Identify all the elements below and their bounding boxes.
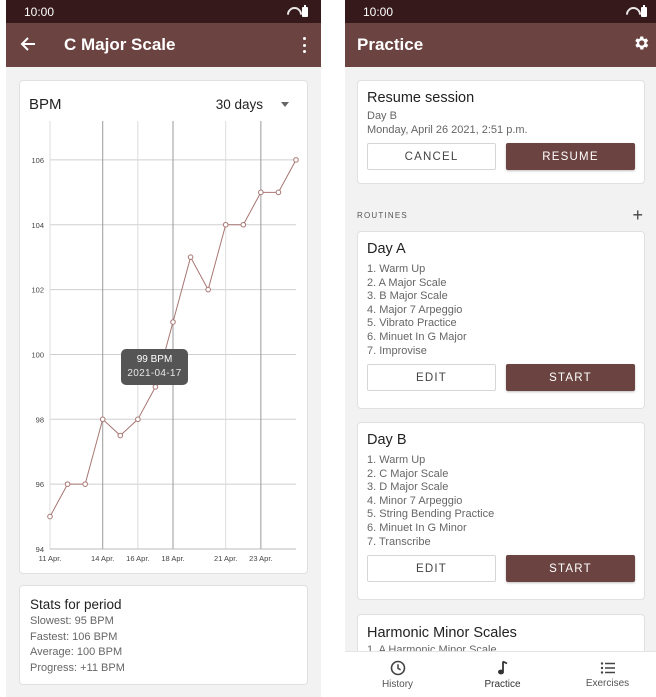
list-item: 3. D Major Scale: [367, 481, 449, 494]
app-bar: C Major Scale: [6, 23, 321, 67]
data-point: [82, 481, 88, 487]
list-item: 1. Warm Up: [367, 454, 426, 466]
routines-header: ROUTINES +: [357, 205, 645, 226]
stat-progress: Progress: +11 BPM: [30, 661, 125, 674]
y-tick-label: 104: [31, 221, 44, 230]
plus-icon[interactable]: +: [632, 205, 643, 226]
x-tick-label: 14 Apr.: [91, 554, 114, 563]
x-tick-label: 21 Apr.: [214, 554, 237, 563]
data-point: [275, 189, 282, 196]
battery-icon: [302, 4, 308, 17]
data-point: [99, 416, 106, 423]
cancel-button[interactable]: CANCEL: [367, 143, 496, 170]
y-tick-label: 98: [36, 415, 44, 424]
wifi-icon: [287, 7, 298, 16]
x-tick-label: 18 Apr.: [161, 554, 184, 563]
list-item: 4. Minor 7 Arpeggio: [367, 494, 463, 507]
data-point: [187, 254, 194, 260]
nav-exercises[interactable]: Exercises: [555, 652, 656, 697]
app-bar: Practice: [345, 23, 656, 67]
stat-average: Average: 100 BPM: [30, 646, 123, 658]
list-item: 5. String Bending Practice: [367, 508, 495, 521]
list-item: 5. Vibrato Practice: [367, 317, 457, 330]
routine-title: Day B: [367, 432, 407, 448]
stats-title: Stats for period: [30, 597, 122, 612]
data-point: [170, 319, 176, 325]
resume-button[interactable]: RESUME: [506, 143, 635, 170]
data-point: [152, 384, 159, 390]
nav-history[interactable]: History: [345, 652, 450, 697]
list-item: 1. Warm Up: [367, 263, 426, 275]
bpm-line-chart[interactable]: 94 96 98 100 102 104 106 11 Apr. 14 Apr. 16 Apr. 1…: [20, 81, 309, 575]
data-point: [135, 416, 141, 423]
x-tick-label: 11 Apr.: [39, 554, 62, 563]
data-point: [64, 481, 71, 487]
nav-label: Practice: [484, 678, 521, 690]
bpm-chart-card: BPM 30 days 94 96 98 100 102 104 106 11 Apr. 14 …: [19, 80, 308, 574]
history-screen: 10:00 C Major Scale BPM 30 days 94 96 98 10…: [6, 0, 321, 697]
wifi-icon: [626, 7, 637, 16]
data-point: [205, 286, 211, 293]
stats-card: Stats for period Slowest: 95 BPM Fastest…: [19, 585, 308, 685]
page-title: C Major Scale: [64, 35, 176, 54]
x-tick-label: 23 Apr.: [249, 554, 272, 563]
tooltip-value: 99 BPM: [136, 353, 173, 365]
data-point: [222, 221, 229, 228]
list-icon: [600, 661, 615, 674]
resume-title: Resume session: [367, 90, 475, 106]
list-item: 2. C Major Scale: [367, 467, 449, 480]
battery-icon: [641, 4, 647, 17]
practice-screen: 10:00 Practice Resume session Day B Mond…: [345, 0, 656, 697]
tooltip-date: 2021-04-17: [127, 367, 182, 379]
routines-label: ROUTINES: [357, 211, 408, 220]
edit-button[interactable]: EDIT: [367, 364, 496, 392]
music-note-icon: [497, 660, 507, 674]
chart-tooltip: 99 BPM 2021-04-17: [121, 348, 188, 385]
list-item: 6. Minuet In G Minor: [367, 521, 467, 534]
list-item: 3. B Major Scale: [367, 290, 448, 303]
bottom-navigation: History Practice Exercises: [345, 651, 656, 697]
list-item: 2. A Major Scale: [367, 276, 447, 289]
nav-label: History: [381, 678, 414, 690]
y-tick-label: 100: [31, 350, 44, 359]
edit-button[interactable]: EDIT: [367, 555, 496, 583]
status-bar: 10:00: [6, 0, 321, 23]
y-tick-label: 102: [31, 286, 44, 295]
data-point: [258, 189, 264, 196]
y-tick-label: 106: [31, 156, 44, 165]
start-button[interactable]: START: [506, 364, 635, 392]
y-tick-label: 96: [36, 480, 44, 489]
routine-title: Day A: [367, 241, 406, 257]
list-item: 7. Transcribe: [367, 535, 431, 548]
data-point: [240, 221, 247, 228]
status-bar: 10:00: [345, 0, 656, 23]
nav-practice[interactable]: Practice: [450, 652, 555, 697]
data-point: [117, 432, 124, 439]
stat-fastest: Fastest: 106 BPM: [30, 630, 118, 643]
routine-card: Day B 1. Warm Up 2. C Major Scale 3. D M…: [357, 422, 645, 600]
resume-routine: Day B: [367, 110, 397, 122]
list-item: 7. Improvise: [367, 344, 427, 357]
list-item: 6. Minuet In G Major: [367, 330, 467, 343]
gear-icon[interactable]: [632, 34, 650, 57]
data-point: [47, 513, 53, 520]
nav-label: Exercises: [585, 677, 630, 689]
x-tick-label: 16 Apr.: [126, 554, 149, 563]
resume-datetime: Monday, April 26 2021, 2:51 p.m.: [367, 124, 528, 136]
routine-card: Day A 1. Warm Up 2. A Major Scale 3. B M…: [357, 231, 645, 409]
start-button[interactable]: START: [506, 555, 635, 583]
status-time: 10:00: [24, 4, 55, 19]
stat-slowest: Slowest: 95 BPM: [30, 615, 114, 627]
page-title: Practice: [357, 35, 424, 54]
more-vert-icon[interactable]: [303, 37, 307, 53]
routine-title: Harmonic Minor Scales: [367, 625, 517, 641]
resume-session-card: Resume session Day B Monday, April 26 20…: [357, 80, 645, 184]
list-item: 4. Major 7 Arpeggio: [367, 303, 463, 316]
clock-icon: [390, 660, 405, 675]
arrow-back-icon[interactable]: [20, 35, 50, 56]
data-point: [293, 157, 299, 163]
status-time: 10:00: [363, 4, 394, 19]
y-tick-label: 94: [36, 545, 44, 554]
